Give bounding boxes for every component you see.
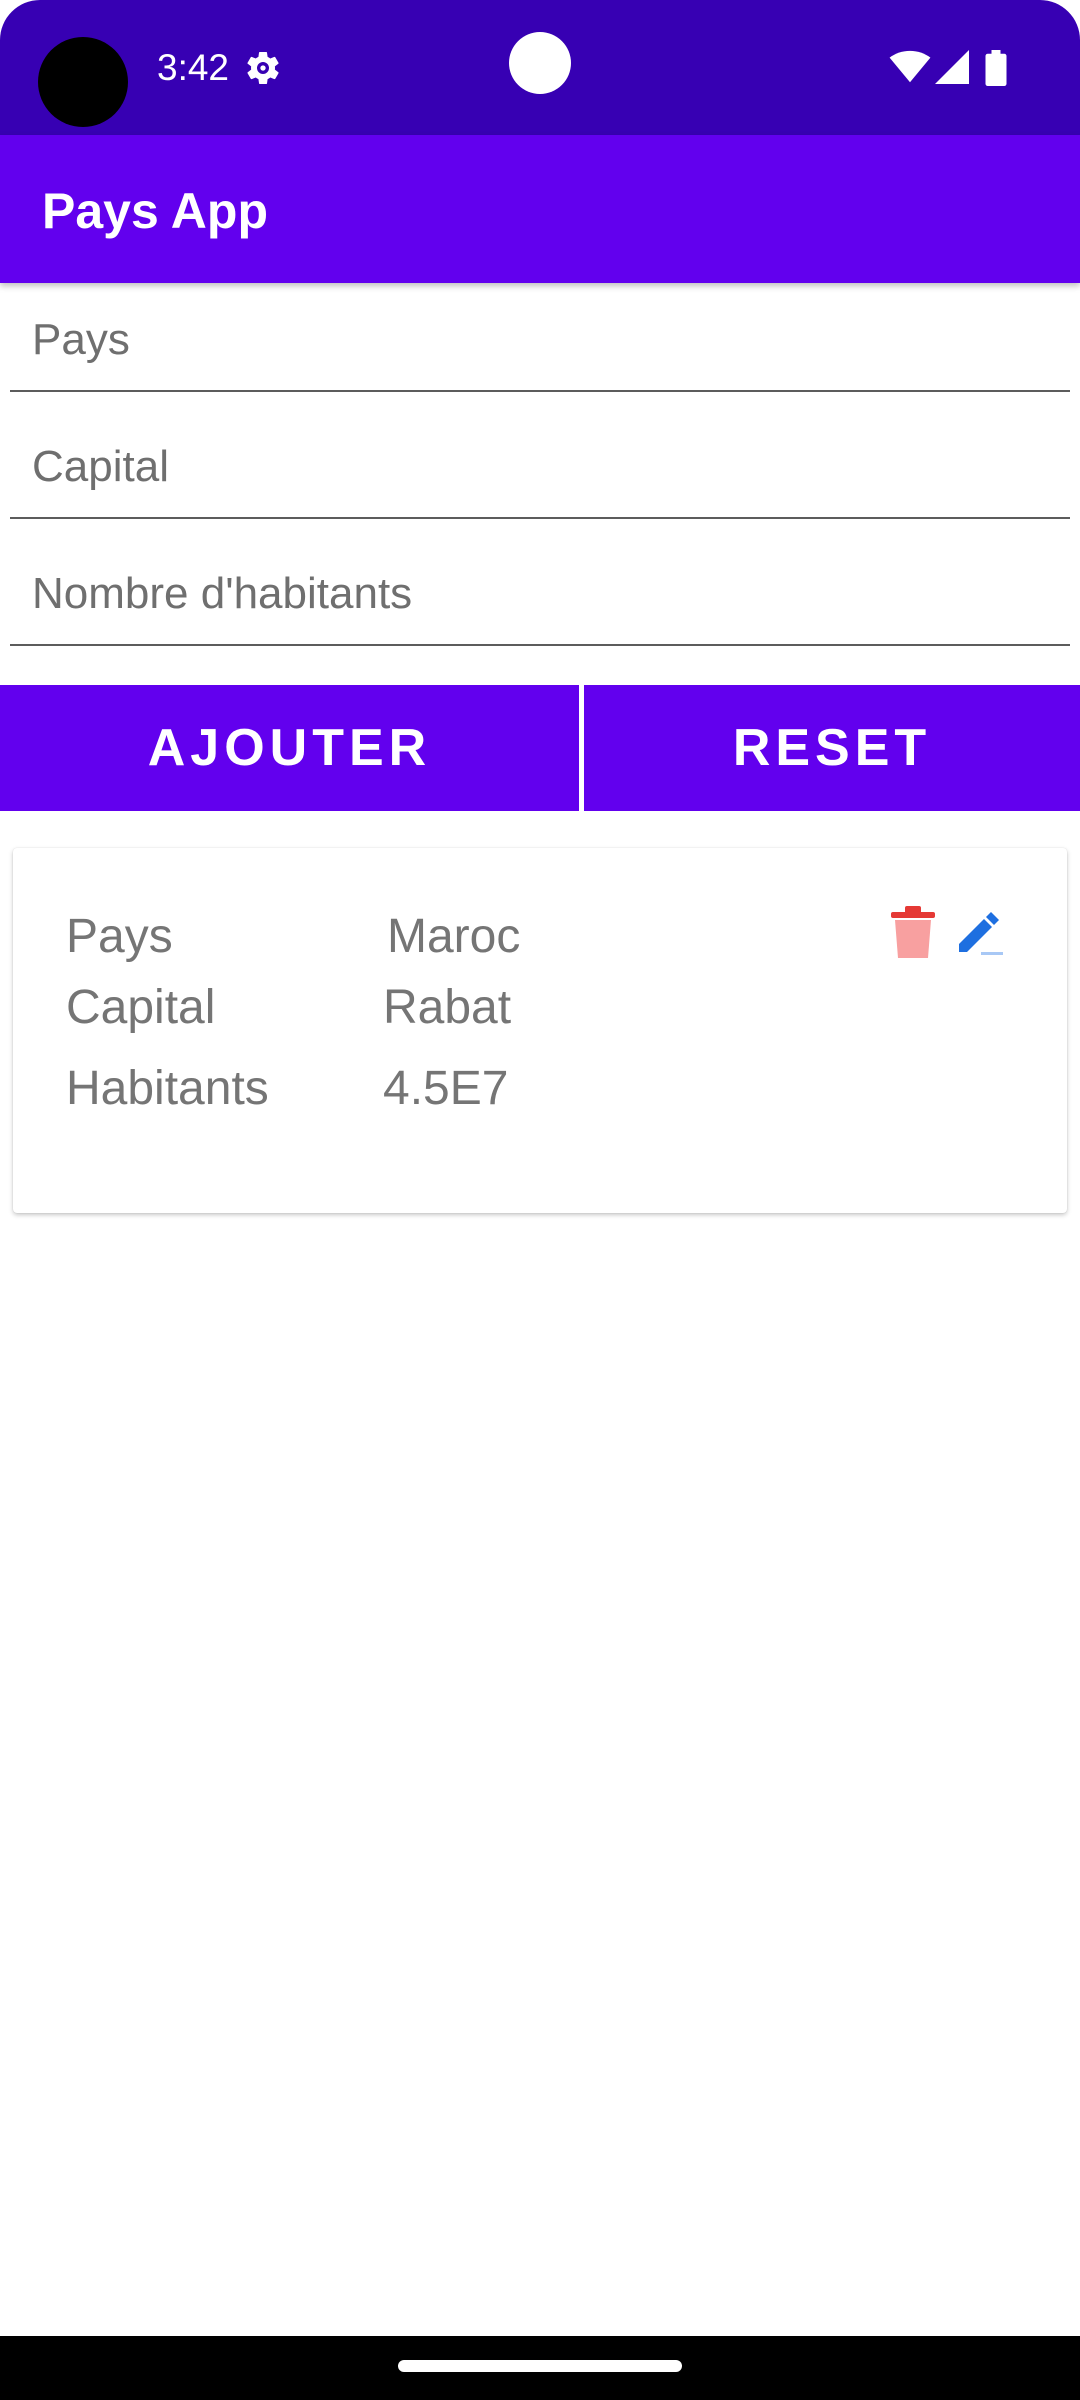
capital-field[interactable] [10, 419, 1070, 519]
camera-cutout [38, 37, 128, 127]
battery-icon [985, 50, 1007, 86]
capital-label: Capital [66, 981, 216, 1034]
capital-input[interactable] [10, 419, 1070, 515]
notification-dot [509, 32, 571, 94]
capital-underline [10, 517, 1070, 519]
app-bar: Pays App [0, 135, 1080, 283]
habitants-underline [10, 644, 1070, 646]
pays-value: Maroc [387, 910, 521, 963]
navigation-bar [0, 2336, 1080, 2400]
pays-field[interactable] [10, 292, 1070, 392]
habitants-value: 4.5E7 [383, 1062, 509, 1115]
status-bar: 3:42 [0, 0, 1080, 135]
habitants-field[interactable] [10, 546, 1070, 646]
reset-button[interactable]: RESET [584, 685, 1080, 811]
pays-input[interactable] [10, 292, 1070, 388]
wifi-icon [889, 50, 931, 83]
status-time: 3:42 [157, 47, 230, 88]
capital-value: Rabat [383, 981, 512, 1034]
habitants-label: Habitants [66, 1062, 269, 1115]
edit-icon[interactable] [953, 906, 1005, 958]
delete-icon[interactable] [888, 904, 938, 960]
home-handle[interactable] [398, 2360, 682, 2372]
country-card[interactable]: Pays Maroc Capital Rabat Habitants 4.5E7 [13, 848, 1067, 1213]
add-button[interactable]: AJOUTER [0, 685, 579, 811]
settings-icon [247, 51, 279, 84]
signal-icon [935, 50, 969, 84]
pays-label: Pays [66, 910, 173, 963]
habitants-input[interactable] [10, 546, 1070, 642]
pays-underline [10, 390, 1070, 392]
app-title: Pays App [42, 183, 269, 239]
